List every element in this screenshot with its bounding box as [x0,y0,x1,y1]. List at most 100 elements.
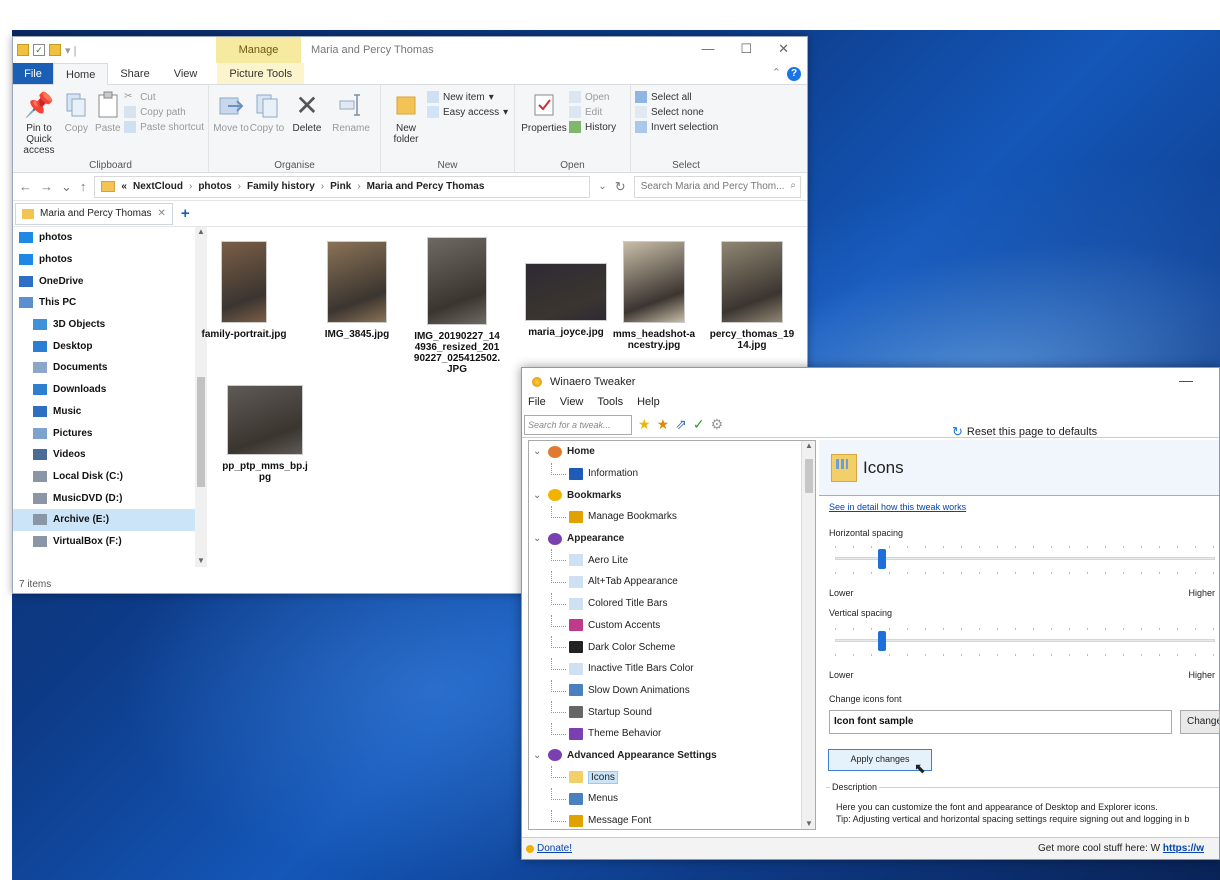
tab-share[interactable]: Share [108,63,161,84]
close-icon[interactable]: ✕ [778,41,789,57]
tweak-details-link[interactable]: See in detail how this tweak works [829,502,966,512]
scroll-down-icon[interactable]: ▼ [805,819,813,828]
file-thumbnail[interactable]: family-portrait.jpg [200,241,288,340]
expand-chevron-icon[interactable]: ⌄ [533,446,543,457]
export-icon[interactable]: ⇗ [675,416,687,433]
nav-item[interactable]: Pictures [13,422,202,444]
breadcrumb-nextcloud[interactable]: NextCloud [133,181,183,192]
menu-file[interactable]: File [528,396,546,412]
help-icon[interactable]: ? [787,67,801,81]
file-thumbnail[interactable]: maria_joyce.jpg [522,263,610,338]
tweak-search-input[interactable]: Search for a tweak... [524,414,632,435]
new-folder-icon[interactable] [49,44,61,56]
slider-knob[interactable] [878,631,886,651]
up-arrow-icon[interactable]: ↑ [80,179,87,194]
nav-item[interactable]: photos [13,249,202,271]
change-font-button[interactable]: Change [1180,710,1220,734]
nav-item[interactable]: photos [13,227,202,249]
breadcrumb-current[interactable]: Maria and Percy Thomas [367,181,485,192]
tree-item[interactable]: Aero Lite [529,549,815,571]
back-arrow-icon[interactable]: ← [19,179,32,194]
recent-dropdown-icon[interactable]: ⌄ [61,179,72,195]
tab-file[interactable]: File [13,63,53,84]
tree-item[interactable]: Theme Behavior [529,722,815,745]
tab-home[interactable]: Home [53,63,109,85]
settings-gear-icon[interactable]: ⚙ [711,416,724,433]
address-dropdown-icon[interactable]: ⌄ [598,181,606,192]
tree-category[interactable]: ⌄ Appearance [529,528,815,550]
forward-arrow-icon[interactable]: → [40,179,53,194]
breadcrumb-family-history[interactable]: Family history [247,181,315,192]
manage-context-tab[interactable]: Manage [216,37,301,63]
tab-view[interactable]: View [162,63,210,84]
tree-item[interactable]: Slow Down Animations [529,679,815,702]
invert-selection-button[interactable]: Invert selection [635,121,718,133]
tree-category[interactable]: ⌄ Home [529,441,815,463]
nav-item[interactable]: Archive (E:) [13,508,202,531]
scroll-up-icon[interactable]: ▲ [197,227,205,236]
nav-item[interactable]: OneDrive [13,270,202,292]
tree-item[interactable]: Custom Accents [529,614,815,637]
file-thumbnail[interactable]: pp_ptp_mms_bp.jpg [221,385,309,483]
menu-tools[interactable]: Tools [597,396,623,412]
properties-check-icon[interactable]: ✓ [33,44,45,56]
qat-dropdown-icon[interactable]: ▾ | [65,44,76,57]
bookmarks-star-icon[interactable]: ★ [657,416,670,433]
tree-item[interactable]: Dark Color Scheme [529,636,815,658]
add-bookmark-star-icon[interactable]: ★ [638,416,651,433]
tree-item[interactable]: Startup Sound [529,701,815,723]
menu-help[interactable]: Help [637,396,660,412]
breadcrumb-photos[interactable]: photos [198,181,231,192]
open-button[interactable]: Open [569,91,616,103]
scroll-thumb[interactable] [197,377,205,487]
scroll-up-icon[interactable]: ▲ [805,441,813,450]
tree-item[interactable]: Manage Bookmarks [529,506,815,528]
tree-scrollbar[interactable]: ▲ ▼ [801,441,815,829]
minimize-icon[interactable]: — [1179,372,1193,388]
nav-item[interactable]: Local Disk (C:) [13,466,202,488]
file-thumbnail[interactable]: IMG_3845.jpg [313,241,401,340]
tree-item[interactable]: Menus [529,788,815,810]
address-bar[interactable]: « NextCloud › photos › Family history › … [94,175,591,198]
file-thumbnail[interactable]: IMG_20190227_144936_resized_20190227_025… [413,237,501,375]
tree-category[interactable]: ⌄ Bookmarks [529,484,815,506]
easy-access-button[interactable]: Easy access ▾ [427,106,508,118]
menu-view[interactable]: View [560,396,584,412]
nav-item[interactable]: MusicDVD (D:) [13,487,202,509]
select-all-button[interactable]: Select all [635,91,718,103]
breadcrumb-pink[interactable]: Pink [330,181,351,192]
file-thumbnail[interactable]: percy_thomas_1914.jpg [708,241,796,351]
nav-item[interactable]: Desktop [13,335,202,357]
refresh-icon[interactable]: ↻ [615,179,626,195]
close-tab-icon[interactable]: ✕ [158,208,166,219]
vertical-spacing-slider[interactable] [835,626,1215,656]
apply-check-icon[interactable]: ✓ [693,416,705,433]
nav-item[interactable]: Music [13,401,202,423]
tree-item[interactable]: Information [529,462,815,485]
nav-item[interactable]: Documents [13,357,202,379]
tree-item[interactable]: Colored Title Bars [529,592,815,615]
nav-item[interactable]: VirtualBox (F:) [13,531,202,553]
history-button[interactable]: History [569,121,616,133]
file-thumbnail[interactable]: mms_headshot-ancestry.jpg [610,241,698,351]
edit-button[interactable]: Edit [569,106,616,118]
maximize-icon[interactable]: ☐ [740,41,752,57]
cut-button[interactable]: ✂ Cut [124,91,204,103]
tree-item[interactable]: Alt+Tab Appearance [529,571,815,593]
reset-page-button[interactable]: ↻ Reset this page to defaults [952,424,1097,440]
add-tab-icon[interactable]: + [181,205,190,222]
nav-item[interactable]: Downloads [13,379,202,401]
expand-chevron-icon[interactable]: ⌄ [533,750,543,761]
nav-item[interactable]: Videos [13,444,202,466]
donate-link[interactable]: Donate! [526,843,572,854]
scroll-down-icon[interactable]: ▼ [197,556,205,565]
font-sample-field[interactable]: Icon font sample [829,710,1172,734]
copy-path-button[interactable]: Copy path [124,106,204,118]
winaero-site-link[interactable]: https://w [1163,843,1204,854]
expand-chevron-icon[interactable]: ⌄ [533,490,543,501]
tree-item[interactable]: Icons [529,766,815,788]
folder-icon[interactable] [17,44,29,56]
search-input[interactable]: Search Maria and Percy Thom... ⌕ [633,175,801,198]
paste-shortcut-button[interactable]: Paste shortcut [124,121,204,133]
expand-chevron-icon[interactable]: ⌄ [533,533,543,544]
